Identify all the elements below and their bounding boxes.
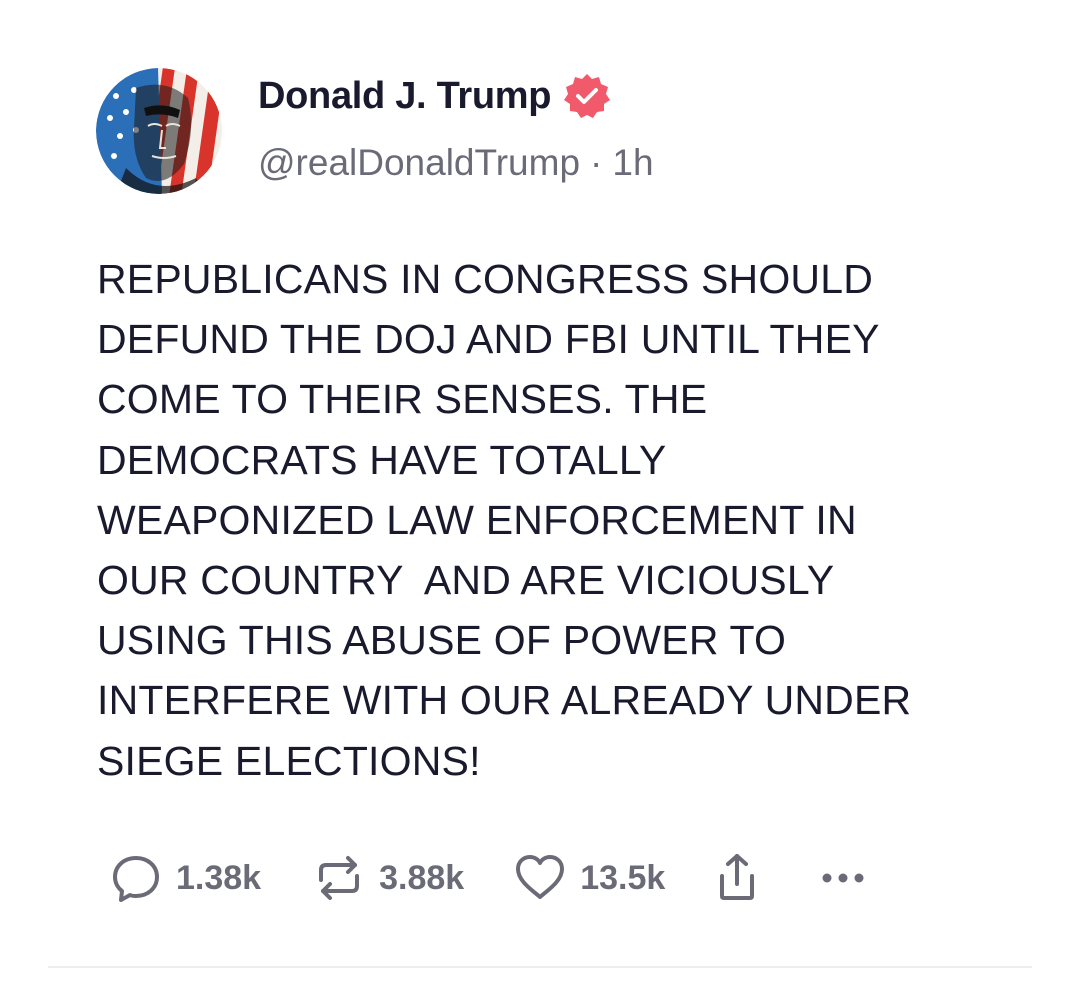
more-options-button[interactable] (815, 850, 871, 906)
post-actions-bar: 1.38k 3.88k 13.5k (108, 848, 871, 908)
repost-icon (311, 850, 367, 906)
author-display-name[interactable]: Donald J. Trump (258, 75, 552, 118)
like-count: 13.5k (580, 858, 666, 897)
author-handle-row: @realDonaldTrump · 1h (258, 142, 654, 184)
verified-badge-icon (563, 72, 611, 120)
post-divider (48, 966, 1032, 968)
like-button[interactable]: 13.5k (512, 850, 665, 906)
meta-separator: · (590, 142, 603, 183)
repost-button[interactable]: 3.88k (311, 850, 464, 906)
author-handle[interactable]: @realDonaldTrump (258, 142, 580, 184)
reply-count: 1.38k (176, 858, 262, 897)
reply-icon (108, 850, 164, 906)
avatar-image (96, 68, 222, 194)
share-button[interactable] (709, 850, 765, 906)
avatar[interactable] (96, 68, 222, 194)
more-icon (815, 850, 871, 906)
share-icon (709, 850, 765, 906)
repost-count: 3.88k (379, 858, 465, 897)
post-body-text: REPUBLICANS IN CONGRESS SHOULD DEFUND TH… (97, 256, 912, 784)
post-timestamp[interactable]: 1h (612, 142, 653, 184)
post-card: Donald J. Trump @realDonaldTrump · 1h RE… (0, 0, 1079, 998)
reply-button[interactable]: 1.38k (108, 850, 261, 906)
author-name-row: Donald J. Trump (258, 72, 611, 120)
heart-icon (512, 850, 568, 906)
